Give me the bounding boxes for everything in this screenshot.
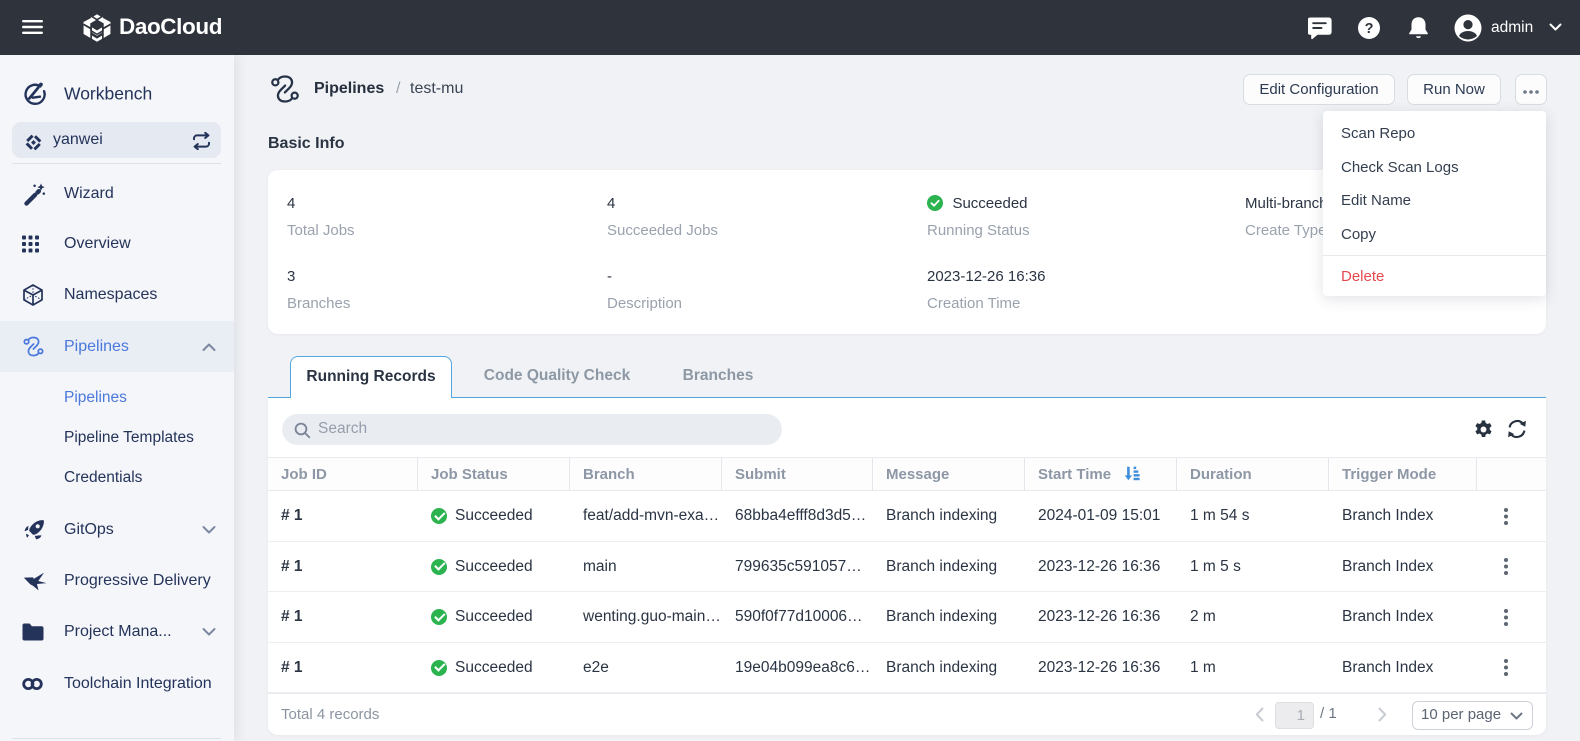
svg-text:?: ? — [1365, 21, 1374, 37]
